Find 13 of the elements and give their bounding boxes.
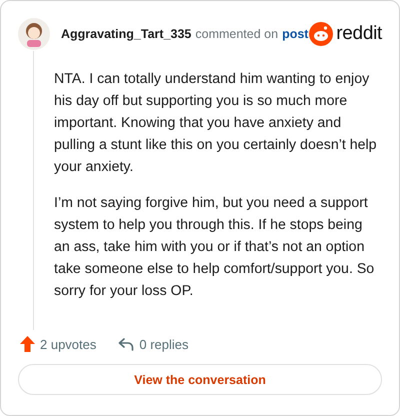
avatar-icon [18,18,50,50]
comment-paragraph: I’m not saying forgive him, but you need a support system to help you through this. If he stops being an ass, take him with you or if that’s not an option take someone else to help comfort/support you. So sorry for your loss OP. [54,194,376,301]
brand-name: reddit [336,23,382,45]
view-conversation-button[interactable]: View the conversation [18,364,382,395]
username[interactable]: Aggravating_Tart_335 [61,27,192,41]
reddit-logo-icon [309,22,334,46]
action-text: commented on [195,27,278,41]
comment-paragraph: NTA. I can totally understand him wanting to enjoy his day off but supporting you is so much more important. Knowing that you have anxiety and pulling a stunt like this on you certainly doesn’t help your anxiety. [54,70,378,177]
reply-icon[interactable] [118,337,134,351]
post-link[interactable]: post [282,27,308,41]
upvote-icon[interactable] [20,336,35,352]
reply-count: 0 replies [139,336,189,352]
upvote-count: 2 upvotes [40,336,96,352]
